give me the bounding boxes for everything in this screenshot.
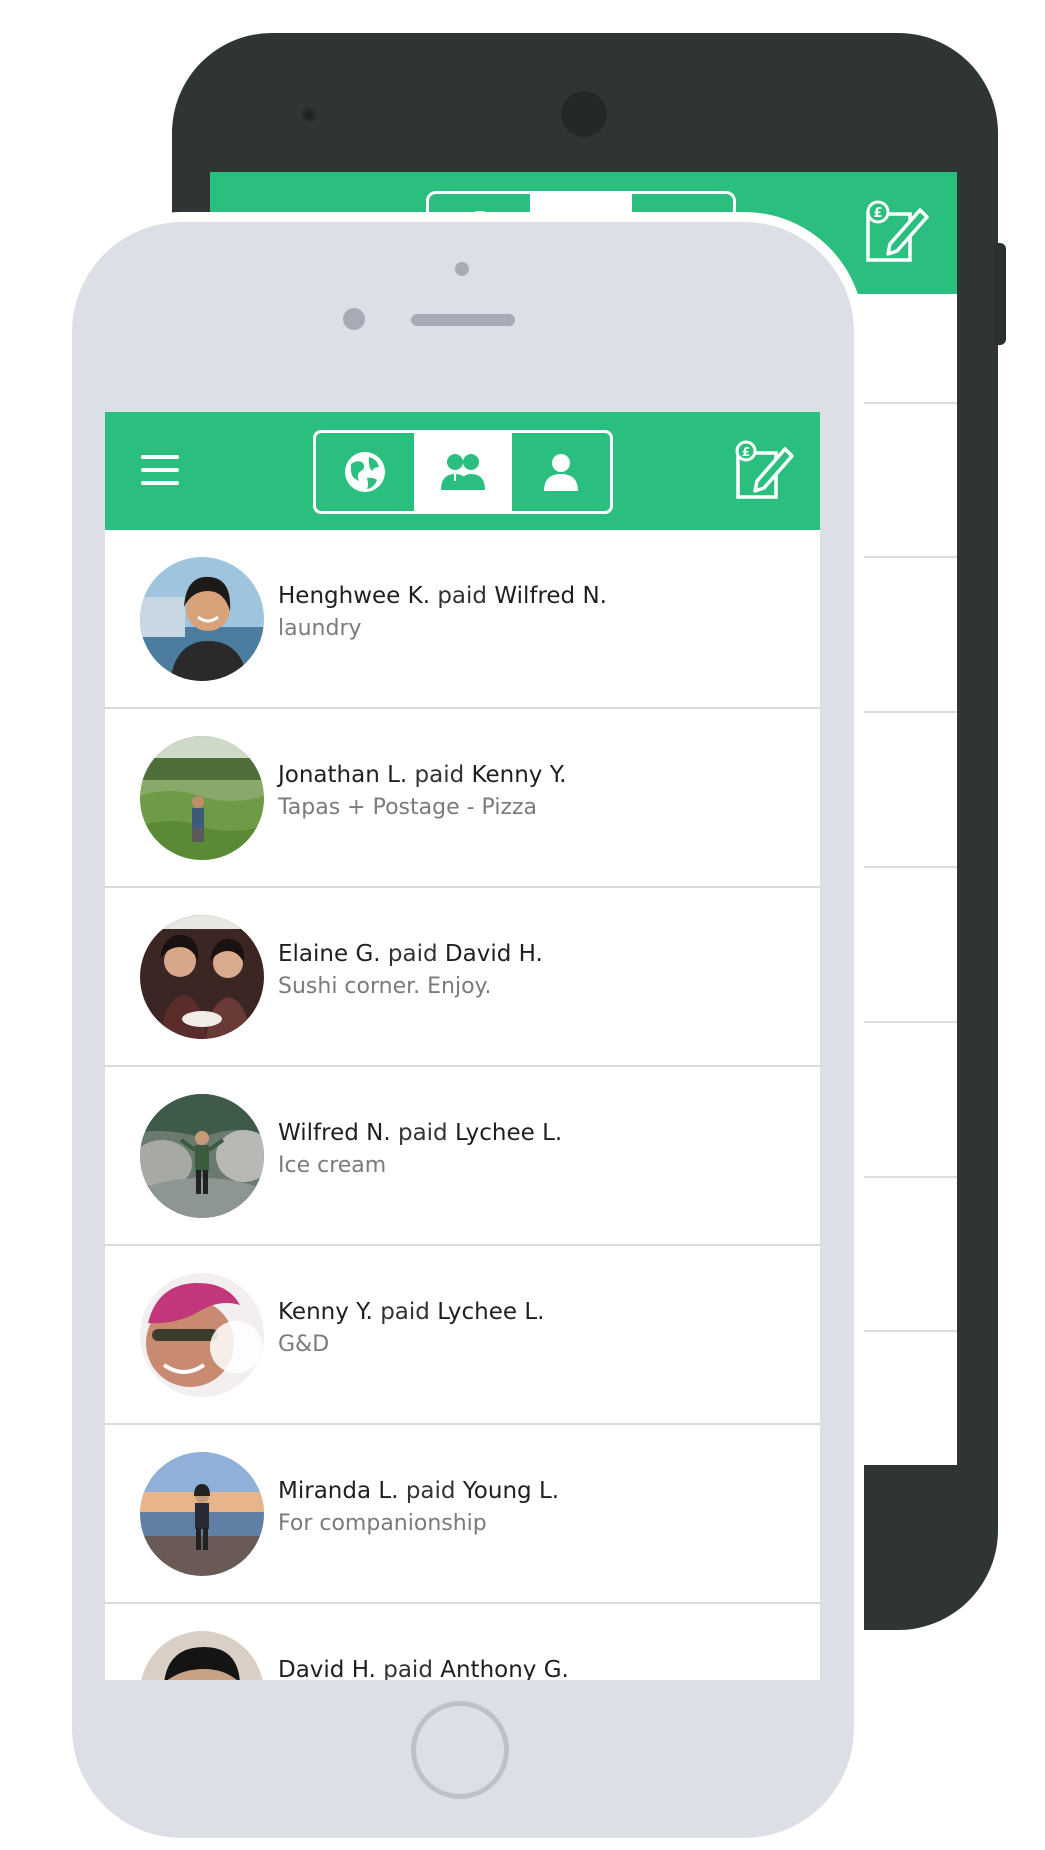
feed-item-title: Kenny Y. paid Lychee L.: [278, 1296, 544, 1328]
payee-name[interactable]: Lychee L.: [455, 1120, 562, 1146]
avatar: [140, 557, 264, 681]
activity-feed: Henghwee K. paid Wilfred N. laundry Jona…: [105, 530, 820, 1680]
feed-item[interactable]: Miranda L. paid Young L. For companionsh…: [105, 1425, 820, 1604]
feed-item-text: Henghwee K. paid Wilfred N. laundry: [278, 580, 607, 646]
payer-name[interactable]: Henghwee K.: [278, 583, 430, 609]
avatar: [140, 1273, 264, 1397]
friends-icon: [441, 454, 485, 490]
person-icon: [544, 454, 578, 491]
payer-name[interactable]: David H.: [278, 1657, 376, 1680]
feed-item-text: Elaine G. paid David H. Sushi corner. En…: [278, 938, 543, 1004]
payment-note: laundry: [278, 616, 362, 641]
compose-payment-icon[interactable]: £: [732, 440, 796, 502]
feed-item-title: Wilfred N. paid Lychee L.: [278, 1117, 562, 1149]
verb: paid: [387, 941, 438, 967]
avatar: [140, 1452, 264, 1576]
payment-note: Tapas + Postage - Pizza: [278, 795, 538, 820]
verb: paid: [380, 1299, 430, 1325]
compose-payment-icon[interactable]: £: [862, 200, 932, 266]
payer-name[interactable]: Kenny Y.: [278, 1299, 373, 1325]
svg-text:£: £: [873, 206, 882, 221]
payee-name[interactable]: Wilfred N.: [494, 583, 607, 609]
feed-item-title: Henghwee K. paid Wilfred N.: [278, 580, 607, 612]
feed-item-title: Miranda L. paid Young L.: [278, 1475, 559, 1507]
avatar: [140, 915, 264, 1039]
payment-note: Sushi corner. Enjoy.: [278, 974, 492, 999]
tab-personal[interactable]: [512, 433, 610, 511]
feed-item-title: Jonathan L. paid Kenny Y.: [278, 759, 566, 791]
verb: paid: [405, 1478, 456, 1504]
feed-item-text: Kenny Y. paid Lychee L. G&D: [278, 1296, 544, 1362]
feed-item[interactable]: Henghwee K. paid Wilfred N. laundry: [105, 530, 820, 709]
feed-item-text: Miranda L. paid Young L. For companionsh…: [278, 1475, 559, 1541]
feed-item-text: Wilfred N. paid Lychee L. Ice cream: [278, 1117, 562, 1183]
payment-note: For companionship: [278, 1511, 487, 1536]
iphone-proximity-sensor: [455, 262, 469, 276]
avatar: [140, 736, 264, 860]
feed-item[interactable]: Kenny Y. paid Lychee L. G&D: [105, 1246, 820, 1425]
app-screen: £ Henghwee K. paid Wilfred N. laundry Jo…: [105, 412, 820, 1680]
android-front-camera: [561, 91, 607, 137]
iphone-home-button[interactable]: [411, 1701, 509, 1799]
iphone-speaker: [411, 314, 515, 326]
iphone-front-camera: [343, 308, 365, 330]
globe-icon: [345, 452, 385, 492]
payee-name[interactable]: Anthony G.: [440, 1657, 569, 1680]
avatar: [140, 1631, 264, 1680]
payee-name[interactable]: Lychee L.: [437, 1299, 544, 1325]
payee-name[interactable]: Young L.: [463, 1478, 559, 1504]
payment-note: G&D: [278, 1332, 330, 1357]
feed-tab-switcher: [313, 430, 613, 514]
svg-text:£: £: [742, 445, 750, 459]
android-sensor: [302, 108, 316, 122]
feed-item-title: Elaine G. paid David H.: [278, 938, 543, 970]
android-side-button: [994, 243, 1006, 345]
feed-item-text: David H. paid Anthony G.: [278, 1654, 569, 1680]
verb: paid: [414, 762, 465, 788]
tab-friends[interactable]: [414, 433, 512, 511]
verb: paid: [383, 1657, 433, 1680]
payer-name[interactable]: Elaine G.: [278, 941, 381, 967]
feed-item[interactable]: Elaine G. paid David H. Sushi corner. En…: [105, 888, 820, 1067]
feed-item[interactable]: Wilfred N. paid Lychee L. Ice cream: [105, 1067, 820, 1246]
payer-name[interactable]: Wilfred N.: [278, 1120, 391, 1146]
feed-item-text: Jonathan L. paid Kenny Y. Tapas + Postag…: [278, 759, 566, 825]
hamburger-menu-icon[interactable]: [141, 455, 179, 485]
payee-name[interactable]: Kenny Y.: [472, 762, 567, 788]
avatar: [140, 1094, 264, 1218]
app-bar: £: [105, 412, 820, 530]
payer-name[interactable]: Miranda L.: [278, 1478, 399, 1504]
tab-global[interactable]: [316, 433, 414, 511]
feed-item[interactable]: Jonathan L. paid Kenny Y. Tapas + Postag…: [105, 709, 820, 888]
verb: paid: [437, 583, 488, 609]
feed-item-title: David H. paid Anthony G.: [278, 1654, 569, 1680]
payee-name[interactable]: David H.: [445, 941, 543, 967]
verb: paid: [397, 1120, 448, 1146]
payer-name[interactable]: Jonathan L.: [278, 762, 407, 788]
payment-note: Ice cream: [278, 1153, 387, 1178]
feed-item[interactable]: David H. paid Anthony G.: [105, 1604, 820, 1680]
